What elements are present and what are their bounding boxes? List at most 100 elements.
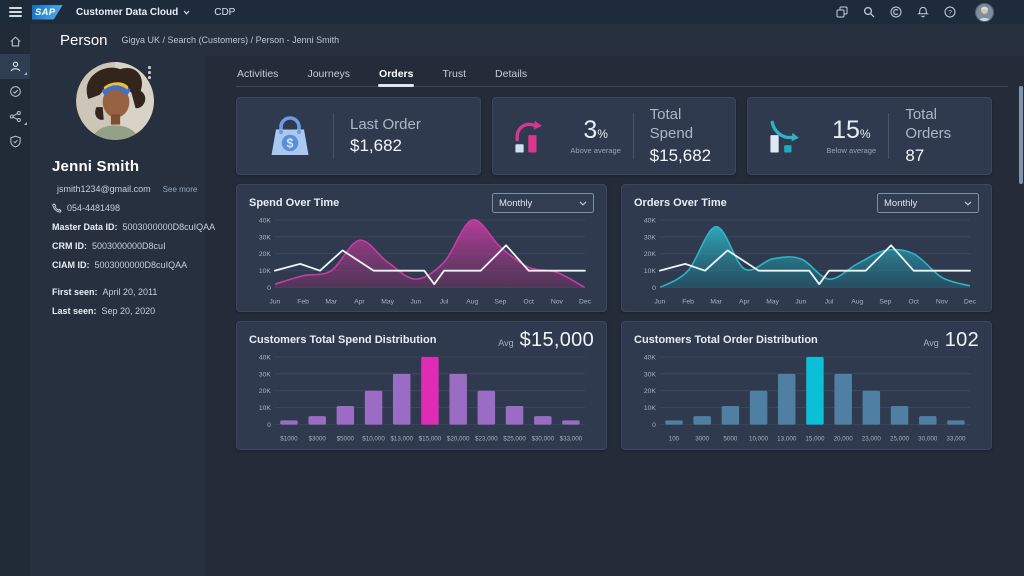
svg-text:0: 0: [652, 422, 656, 429]
svg-text:Feb: Feb: [682, 298, 694, 305]
avg-value: 102: [945, 329, 979, 352]
orders-over-time-card: Orders Over Time Monthly 010K20K30K40KJu…: [621, 184, 992, 312]
page-header: Person Gigya UK / Search (Customers) / P…: [30, 24, 1024, 56]
product-switcher[interactable]: Customer Data Cloud: [76, 7, 190, 18]
sidebar-item-audiences[interactable]: [0, 79, 30, 104]
chart-title: Customers Total Order Distribution: [634, 334, 818, 346]
svg-text:?: ?: [948, 9, 952, 16]
svg-text:Sep: Sep: [879, 298, 891, 305]
sap-logo[interactable]: SAP: [32, 5, 63, 20]
tab-activities[interactable]: Activities: [236, 64, 279, 86]
svg-text:Oct: Oct: [908, 298, 919, 305]
profile-name: Jenni Smith: [52, 158, 195, 175]
kpi-title: Total Spend: [650, 106, 726, 144]
svg-text:40K: 40K: [259, 355, 272, 362]
kpi-total-spend: 3% Above average Total Spend $15,682: [492, 97, 737, 175]
svg-text:Mar: Mar: [325, 298, 337, 305]
module-cdp[interactable]: CDP: [214, 7, 235, 18]
spend-over-time-plot: 010K20K30K40KJunFebMarAprMayJunJulAugSep…: [249, 214, 594, 307]
avg-label: Avg: [498, 338, 513, 348]
svg-text:40K: 40K: [259, 217, 272, 224]
svg-text:Nov: Nov: [551, 298, 564, 305]
svg-text:Jul: Jul: [440, 298, 449, 305]
svg-text:30K: 30K: [259, 372, 272, 379]
order-distribution-card: Customers Total Order Distribution Avg 1…: [621, 321, 992, 449]
chevron-down-icon: [183, 10, 190, 15]
svg-text:0: 0: [267, 285, 271, 292]
sidebar-item-home[interactable]: [0, 29, 30, 54]
user-avatar-image: [976, 4, 993, 21]
menu-icon[interactable]: [9, 7, 22, 17]
svg-text:13,000: 13,000: [777, 436, 797, 443]
kpi-value: $15,682: [650, 146, 726, 166]
svg-text:Mar: Mar: [710, 298, 722, 305]
product-name: Customer Data Cloud: [76, 7, 178, 18]
svg-text:Apr: Apr: [739, 298, 750, 305]
sidebar-item-connections[interactable]: [0, 104, 30, 129]
svg-text:23,000: 23,000: [862, 436, 882, 443]
svg-text:$33,000: $33,000: [560, 436, 583, 443]
profile-seen-row: Last seen:Sep 20, 2020: [52, 306, 195, 316]
sidebar-item-privacy[interactable]: [0, 129, 30, 154]
avg-value: $15,000: [520, 329, 594, 352]
user-avatar[interactable]: [975, 3, 994, 22]
tab-orders[interactable]: Orders: [378, 64, 414, 86]
svg-text:20,000: 20,000: [834, 436, 854, 443]
scrollbar-thumb[interactable]: [1019, 86, 1023, 184]
share-icon: [9, 110, 22, 123]
tab-details[interactable]: Details: [494, 64, 528, 86]
shell-topbar: SAP Customer Data Cloud CDP ?: [0, 0, 1024, 24]
svg-text:$25,000: $25,000: [503, 436, 526, 443]
c-circle-icon[interactable]: [890, 6, 902, 18]
svg-text:Dec: Dec: [964, 298, 977, 305]
svg-text:10,000: 10,000: [749, 436, 769, 443]
svg-text:May: May: [381, 298, 394, 305]
svg-text:30K: 30K: [644, 372, 657, 379]
overflow-menu-icon[interactable]: [146, 64, 153, 81]
svg-text:$30,000: $30,000: [531, 436, 554, 443]
svg-text:40K: 40K: [644, 217, 657, 224]
svg-text:Aug: Aug: [466, 298, 478, 305]
page-title: Person: [60, 32, 108, 49]
kpi-total-orders: 15% Below average Total Orders 87: [747, 97, 992, 175]
svg-text:Nov: Nov: [936, 298, 949, 305]
kpi-value: 87: [905, 146, 981, 166]
see-more-link[interactable]: See more: [163, 185, 198, 194]
tab-journeys[interactable]: Journeys: [306, 64, 351, 86]
profile-seen-row: First seen:April 20, 2011: [52, 287, 195, 297]
tab-trust[interactable]: Trust: [441, 64, 467, 86]
svg-text:20K: 20K: [644, 389, 657, 396]
time-charts-row: Spend Over Time Monthly 010K20K30K40KJun…: [236, 184, 992, 312]
svg-text:Feb: Feb: [297, 298, 309, 305]
svg-text:20K: 20K: [259, 251, 272, 258]
spend-interval-select[interactable]: Monthly: [492, 193, 594, 213]
profile-phone: 054-4481498: [67, 203, 120, 213]
trend-up-icon: [509, 114, 553, 158]
chart-title: Customers Total Spend Distribution: [249, 334, 436, 346]
svg-text:0: 0: [652, 285, 656, 292]
svg-text:$1000: $1000: [280, 436, 298, 443]
svg-text:Dec: Dec: [579, 298, 592, 305]
svg-text:20K: 20K: [259, 389, 272, 396]
orders-interval-select[interactable]: Monthly: [877, 193, 979, 213]
spend-distribution-plot: 010K20K30K40K$1000$3000$5000$10,000$13,0…: [249, 351, 594, 444]
shopping-bag-icon: $: [266, 112, 314, 160]
sidebar-item-person[interactable]: [0, 54, 30, 79]
phone-icon: [52, 203, 62, 213]
product-grid-icon[interactable]: [836, 6, 848, 18]
notifications-icon[interactable]: [917, 6, 929, 18]
avg-label: Avg: [923, 338, 938, 348]
svg-text:10K: 10K: [644, 406, 657, 413]
distribution-charts-row: Customers Total Spend Distribution Avg $…: [236, 321, 992, 449]
svg-text:40K: 40K: [644, 355, 657, 362]
help-icon[interactable]: ?: [944, 6, 956, 18]
kpi-title: Last Order: [350, 116, 421, 135]
breadcrumb: Gigya UK / Search (Customers) / Person -…: [122, 35, 340, 45]
svg-text:Apr: Apr: [354, 298, 365, 305]
svg-text:Jun: Jun: [795, 298, 806, 305]
topbar-actions: ?: [836, 3, 994, 22]
spend-over-time-card: Spend Over Time Monthly 010K20K30K40KJun…: [236, 184, 607, 312]
search-icon[interactable]: [863, 6, 875, 18]
svg-text:$13,000: $13,000: [390, 436, 413, 443]
svg-text:Jun: Jun: [410, 298, 421, 305]
